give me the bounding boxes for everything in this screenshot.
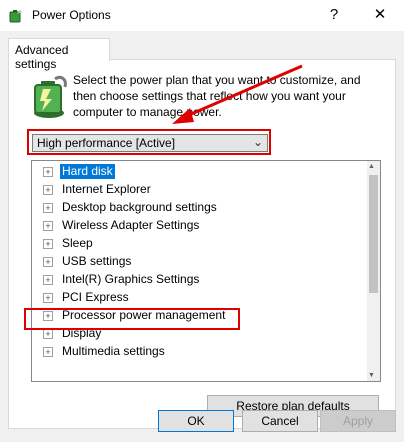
tab-label: Advanced settings — [15, 43, 69, 71]
tab-advanced-settings[interactable]: Advanced settings — [8, 38, 110, 71]
